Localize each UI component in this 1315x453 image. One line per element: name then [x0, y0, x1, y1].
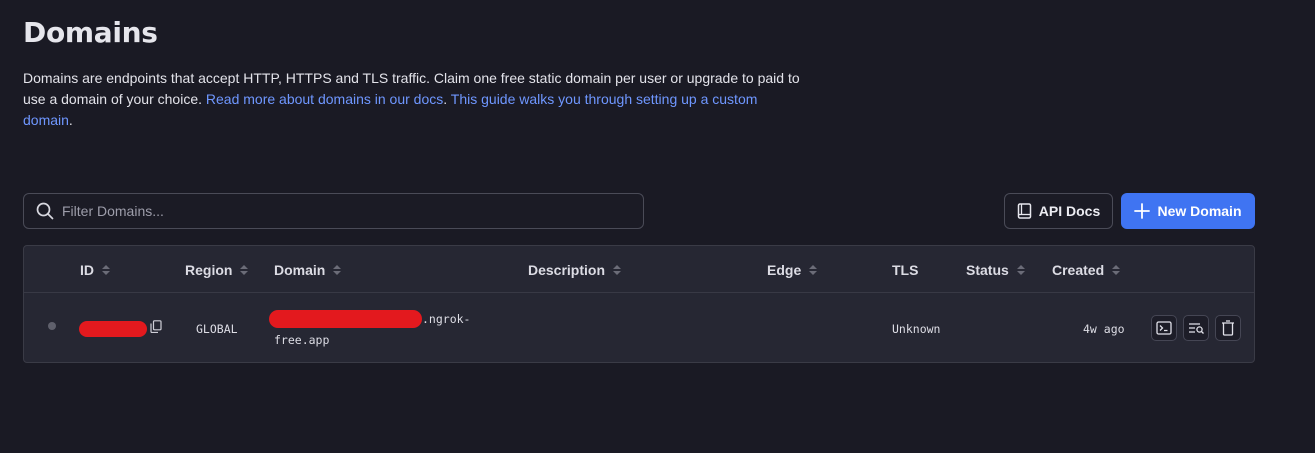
- plus-icon: [1134, 203, 1151, 219]
- api-docs-label: API Docs: [1038, 203, 1101, 219]
- column-header-tls: TLS: [892, 262, 918, 278]
- filter-domains-search[interactable]: [23, 193, 644, 229]
- column-header-status[interactable]: Status: [966, 262, 1025, 278]
- api-docs-button[interactable]: API Docs: [1004, 193, 1113, 229]
- column-header-label: Edge: [767, 262, 802, 278]
- trash-icon: [1222, 320, 1234, 336]
- terminal-icon: [1156, 321, 1172, 335]
- traffic-inspect-button[interactable]: [1183, 315, 1209, 341]
- table-header: ID Region Domain Description Edge TLS St…: [24, 246, 1254, 293]
- column-header-domain[interactable]: Domain: [274, 262, 342, 278]
- column-header-description[interactable]: Description: [528, 262, 622, 278]
- page-description: Domains are endpoints that accept HTTP, …: [23, 68, 803, 131]
- search-icon: [36, 202, 54, 220]
- sort-icon[interactable]: [1112, 265, 1121, 275]
- sort-icon[interactable]: [102, 265, 110, 275]
- search-input[interactable]: [62, 203, 622, 219]
- new-domain-label: New Domain: [1157, 203, 1242, 219]
- column-header-id[interactable]: ID: [80, 262, 110, 278]
- log-search-icon: [1188, 323, 1204, 334]
- domains-table: ID Region Domain Description Edge TLS St…: [23, 245, 1255, 363]
- column-header-label: Created: [1052, 262, 1105, 278]
- page-title: Domains: [23, 16, 158, 49]
- created-value: 4w ago: [1083, 322, 1125, 336]
- column-header-label: Status: [966, 262, 1009, 278]
- sort-icon[interactable]: [1016, 265, 1025, 275]
- redacted-id: [79, 321, 147, 337]
- domain-suffix: .ngrok-: [422, 312, 471, 326]
- domains-page: Domains Domains are endpoints that accep…: [0, 0, 1315, 453]
- copy-icon[interactable]: [150, 320, 162, 333]
- description-period-2: .: [68, 112, 73, 128]
- table-row[interactable]: GLOBAL .ngrok- free.app Unknown 4w ago: [24, 294, 1254, 362]
- column-header-label: ID: [80, 262, 94, 278]
- delete-button[interactable]: [1215, 315, 1241, 341]
- column-header-edge[interactable]: Edge: [767, 262, 818, 278]
- terminal-button[interactable]: [1151, 315, 1177, 341]
- column-header-created[interactable]: Created: [1052, 262, 1121, 278]
- domain-suffix-line2: free.app: [274, 333, 330, 347]
- book-icon: [1017, 203, 1032, 219]
- column-header-label: TLS: [892, 262, 919, 278]
- new-domain-button[interactable]: New Domain: [1121, 193, 1255, 229]
- region-value: GLOBAL: [196, 322, 238, 336]
- tls-value: Unknown: [892, 322, 941, 336]
- status-dot: [48, 322, 56, 330]
- sort-icon[interactable]: [240, 265, 249, 275]
- column-header-label: Description: [528, 262, 606, 278]
- sort-icon[interactable]: [333, 265, 342, 275]
- sort-icon[interactable]: [613, 265, 622, 275]
- column-header-label: Region: [185, 262, 233, 278]
- column-header-label: Domain: [274, 262, 326, 278]
- description-period: .: [443, 91, 448, 107]
- sort-icon[interactable]: [809, 265, 818, 275]
- redacted-domain: [269, 310, 422, 328]
- column-header-region[interactable]: Region: [185, 262, 249, 278]
- docs-link[interactable]: Read more about domains in our docs: [206, 91, 443, 107]
